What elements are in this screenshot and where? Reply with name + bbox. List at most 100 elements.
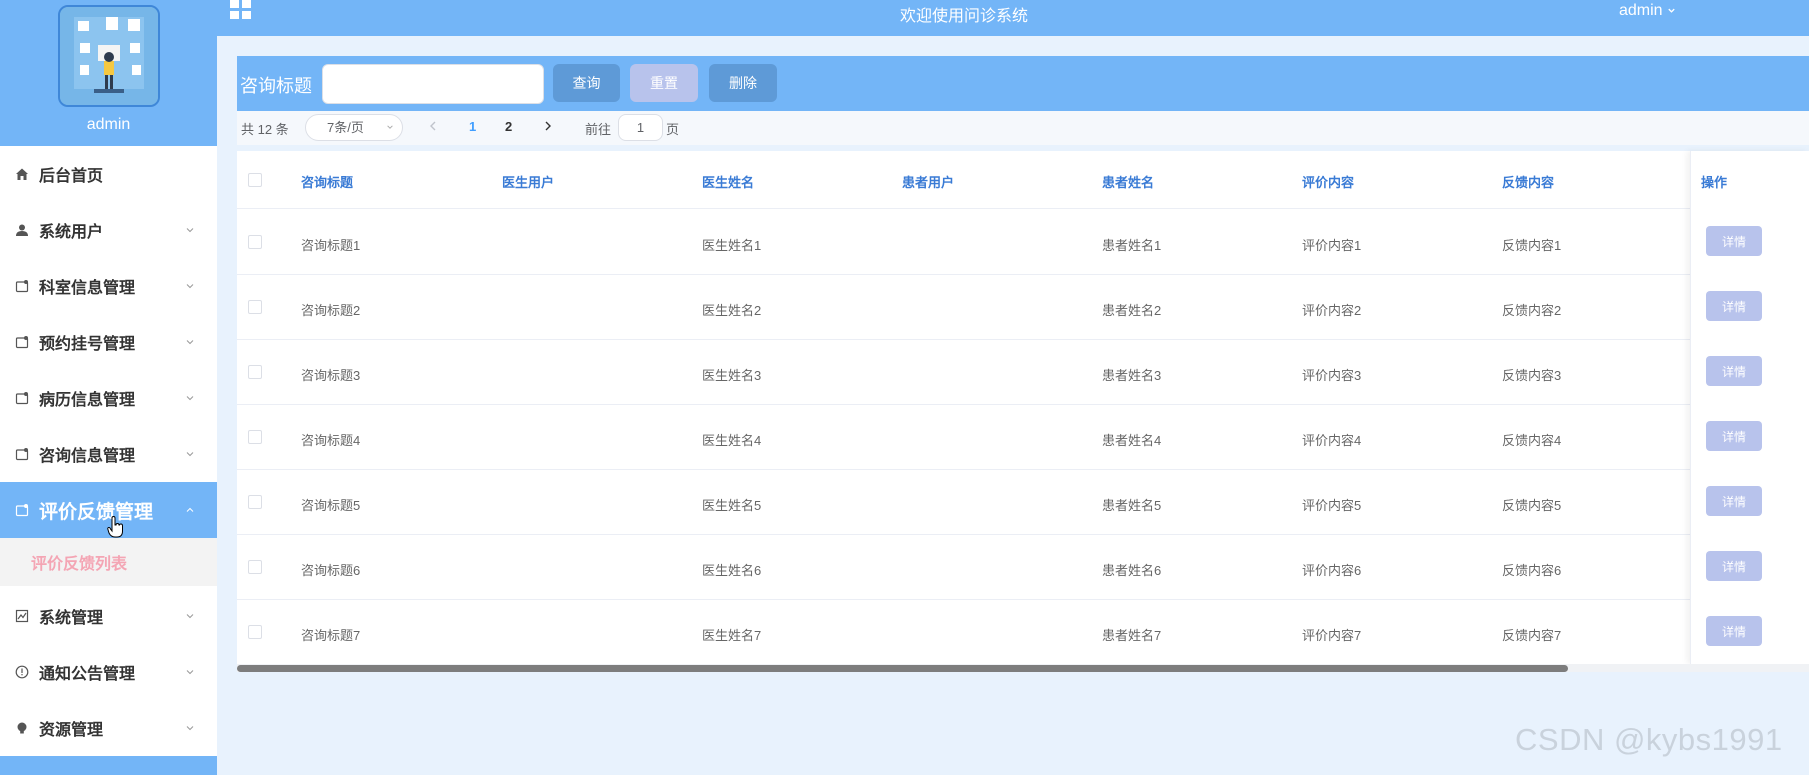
cell-patient-name: 患者姓名7 <box>1102 628 1162 643</box>
table-row[interactable]: 咨询标题7 医生姓名7 患者姓名7 评价内容7 反馈内容7 <box>237 600 1809 665</box>
sidebar-footer <box>0 756 217 775</box>
table-row[interactable]: 咨询标题2 医生姓名2 患者姓名2 评价内容2 反馈内容2 <box>237 275 1809 340</box>
info-icon <box>14 664 30 680</box>
column-header[interactable]: 医生姓名 <box>702 172 754 191</box>
cell-title: 咨询标题1 <box>301 238 361 253</box>
sidebar-item-system-management[interactable]: 系统管理 <box>0 588 217 644</box>
cell-feedback: 反馈内容2 <box>1502 303 1562 318</box>
sidebar-item-resources[interactable]: 资源管理 <box>0 700 217 756</box>
cell-patient-name: 患者姓名2 <box>1102 303 1162 318</box>
table-row[interactable]: 咨询标题1 医生姓名1 患者姓名1 评价内容1 反馈内容1 <box>237 210 1809 275</box>
sidebar-item-home[interactable]: 后台首页 <box>0 146 217 202</box>
cell-doctor-name: 医生姓名1 <box>702 238 762 253</box>
cell-evaluation: 评价内容3 <box>1302 368 1362 383</box>
page-size-select[interactable]: 7条/页 <box>305 114 403 141</box>
sidebar-item-medical-records[interactable]: 病历信息管理 <box>0 370 217 426</box>
folder-icon <box>14 502 30 518</box>
page-unit-label: 页 <box>666 122 680 137</box>
sidebar-item-notices[interactable]: 通知公告管理 <box>0 644 217 700</box>
detail-button[interactable]: 详情 <box>1706 421 1762 451</box>
row-checkbox[interactable] <box>248 560 262 574</box>
detail-button[interactable]: 详情 <box>1706 356 1762 386</box>
cell-feedback: 反馈内容5 <box>1502 498 1562 513</box>
user-menu[interactable]: admin <box>1619 2 1676 20</box>
cell-title: 咨询标题4 <box>301 433 361 448</box>
folder-icon <box>14 390 30 406</box>
row-checkbox[interactable] <box>248 300 262 314</box>
sidebar-subitem-feedback-list[interactable]: 评价反馈列表 <box>0 538 217 586</box>
next-page-icon[interactable] <box>542 119 554 133</box>
avatar[interactable] <box>57 5 160 107</box>
detail-button[interactable]: 详情 <box>1706 226 1762 256</box>
row-checkbox[interactable] <box>248 625 262 639</box>
row-checkbox[interactable] <box>248 430 262 444</box>
sidebar-header: admin <box>0 0 217 146</box>
sidebar-item-feedback[interactable]: 评价反馈管理 <box>0 482 217 538</box>
bulb-icon <box>14 720 30 736</box>
cell-doctor-name: 医生姓名7 <box>702 628 762 643</box>
folder-icon <box>14 446 30 462</box>
cell-evaluation: 评价内容1 <box>1302 238 1362 253</box>
sidebar-item-consultations[interactable]: 咨询信息管理 <box>0 426 217 482</box>
table-row[interactable]: 咨询标题6 医生姓名6 患者姓名6 评价内容6 反馈内容6 <box>237 535 1809 600</box>
cell-doctor-name: 医生姓名4 <box>702 433 762 448</box>
cell-doctor-name: 医生姓名3 <box>702 368 762 383</box>
query-button[interactable]: 查询 <box>553 64 620 102</box>
chevron-down-icon <box>186 452 194 457</box>
detail-button[interactable]: 详情 <box>1706 616 1762 646</box>
sidebar-item-system-users[interactable]: 系统用户 <box>0 202 217 258</box>
column-header[interactable]: 评价内容 <box>1302 172 1354 191</box>
column-header[interactable]: 反馈内容 <box>1502 172 1554 191</box>
cell-title: 咨询标题2 <box>301 303 361 318</box>
detail-button[interactable]: 详情 <box>1706 291 1762 321</box>
search-input[interactable] <box>322 64 544 104</box>
cell-doctor-name: 医生姓名5 <box>702 498 762 513</box>
cell-patient-name: 患者姓名3 <box>1102 368 1162 383</box>
cell-evaluation: 评价内容7 <box>1302 628 1362 643</box>
data-table: 咨询标题 医生用户 医生姓名 患者用户 患者姓名 评价内容 反馈内容 咨询标题1… <box>237 151 1809 672</box>
table-row[interactable]: 咨询标题5 医生姓名5 患者姓名5 评价内容5 反馈内容5 <box>237 470 1809 535</box>
select-all-checkbox[interactable] <box>248 173 262 187</box>
goto-label: 前往 <box>585 122 612 137</box>
search-label: 咨询标题 <box>240 76 312 96</box>
detail-button[interactable]: 详情 <box>1706 551 1762 581</box>
sidebar-item-label: 系统管理 <box>39 610 104 627</box>
cell-patient-name: 患者姓名1 <box>1102 238 1162 253</box>
cell-patient-name: 患者姓名4 <box>1102 433 1162 448</box>
row-checkbox[interactable] <box>248 365 262 379</box>
cell-doctor-name: 医生姓名2 <box>702 303 762 318</box>
cell-feedback: 反馈内容3 <box>1502 368 1562 383</box>
table-row[interactable]: 咨询标题3 医生姓名3 患者姓名3 评价内容3 反馈内容3 <box>237 340 1809 405</box>
column-header[interactable]: 患者用户 <box>902 172 954 191</box>
pagination: 共 12 条 7条/页 1 2 前往 页 <box>237 111 1809 145</box>
chevron-down-icon <box>186 726 194 731</box>
row-checkbox[interactable] <box>248 495 262 509</box>
sidebar-item-label: 咨询信息管理 <box>39 448 136 465</box>
cell-title: 咨询标题5 <box>301 498 361 513</box>
page-number-1[interactable]: 1 <box>469 119 476 134</box>
table-row[interactable]: 咨询标题4 医生姓名4 患者姓名4 评价内容4 反馈内容4 <box>237 405 1809 470</box>
goto-page-input[interactable] <box>618 114 663 141</box>
delete-button[interactable]: 删除 <box>709 64 777 102</box>
sidebar-item-departments[interactable]: 科室信息管理 <box>0 258 217 314</box>
page-number-2[interactable]: 2 <box>505 119 512 134</box>
sidebar: admin 后台首页 系统用户 科室信息管理 预约挂号管理 病历信息管理 咨询信… <box>0 0 217 775</box>
detail-button[interactable]: 详情 <box>1706 486 1762 516</box>
row-checkbox[interactable] <box>248 235 262 249</box>
column-header[interactable]: 患者姓名 <box>1102 172 1154 191</box>
column-header[interactable]: 咨询标题 <box>301 172 353 191</box>
sidebar-item-appointments[interactable]: 预约挂号管理 <box>0 314 217 370</box>
sidebar-item-label: 后台首页 <box>39 168 104 185</box>
sidebar-item-label: 系统用户 <box>39 224 104 241</box>
page-title: 欢迎使用问诊系统 <box>899 8 1028 25</box>
prev-page-icon[interactable] <box>427 119 439 133</box>
chevron-down-icon <box>186 670 194 675</box>
chevron-down-icon <box>1668 8 1675 13</box>
column-header[interactable]: 医生用户 <box>502 172 554 191</box>
sidebar-item-label: 评价反馈管理 <box>39 501 154 523</box>
cell-evaluation: 评价内容5 <box>1302 498 1362 513</box>
cell-evaluation: 评价内容2 <box>1302 303 1362 318</box>
horizontal-scrollbar-thumb[interactable] <box>237 665 1568 672</box>
chevron-down-icon <box>186 614 194 619</box>
reset-button[interactable]: 重置 <box>630 64 698 102</box>
